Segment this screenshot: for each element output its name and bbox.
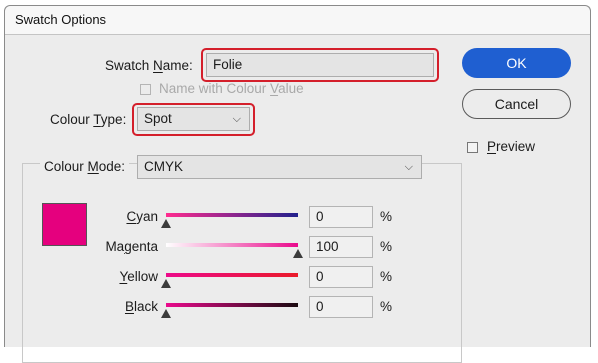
- slider-black[interactable]: [166, 303, 298, 307]
- colour-type-highlight: [132, 103, 255, 136]
- preview-checkbox[interactable]: [467, 142, 478, 153]
- percent-unit: %: [380, 299, 393, 314]
- cancel-button[interactable]: Cancel: [462, 89, 571, 119]
- name-with-colour-value-checkbox[interactable]: [140, 84, 151, 95]
- channel-label-yellow: Yellow: [119, 269, 158, 284]
- slider-thumb-yellow[interactable]: [161, 279, 171, 288]
- percent-unit: %: [380, 209, 393, 224]
- name-with-colour-value-label: Name with Colour Value: [159, 81, 304, 96]
- swatch-name-label: Swatch Name:: [105, 58, 193, 73]
- ok-button[interactable]: OK: [462, 48, 571, 78]
- colour-mode-group: [22, 163, 462, 363]
- colour-mode-value: CMYK: [144, 159, 184, 174]
- colour-mode-select[interactable]: CMYK ⌵: [137, 155, 422, 179]
- slider-cyan[interactable]: [166, 213, 298, 217]
- chevron-down-icon: ⌵: [404, 161, 413, 173]
- percent-unit: %: [380, 269, 393, 284]
- channel-label-black: Black: [124, 299, 158, 314]
- slider-thumb-cyan[interactable]: [161, 219, 171, 228]
- preview-label: Preview: [487, 139, 536, 154]
- slider-thumb-black[interactable]: [161, 309, 171, 318]
- value-input-magenta[interactable]: 100: [309, 236, 373, 258]
- slider-thumb-magenta[interactable]: [293, 249, 303, 258]
- slider-magenta[interactable]: [166, 243, 298, 247]
- value-input-black[interactable]: 0: [309, 296, 373, 318]
- colour-mode-label: Colour Mode:: [40, 159, 130, 174]
- value-input-cyan[interactable]: 0: [309, 206, 373, 228]
- channel-label-magenta: Magenta: [105, 239, 158, 254]
- colour-swatch-preview: [42, 203, 87, 246]
- title-bar[interactable]: Swatch Options: [5, 6, 590, 35]
- colour-type-label: Colour Type:: [50, 112, 127, 127]
- percent-unit: %: [380, 239, 393, 254]
- channel-label-cyan: Cyan: [126, 209, 158, 224]
- value-input-yellow[interactable]: 0: [309, 266, 373, 288]
- dialog-title: Swatch Options: [15, 12, 107, 27]
- swatch-name-highlight: [201, 48, 439, 82]
- slider-yellow[interactable]: [166, 273, 298, 277]
